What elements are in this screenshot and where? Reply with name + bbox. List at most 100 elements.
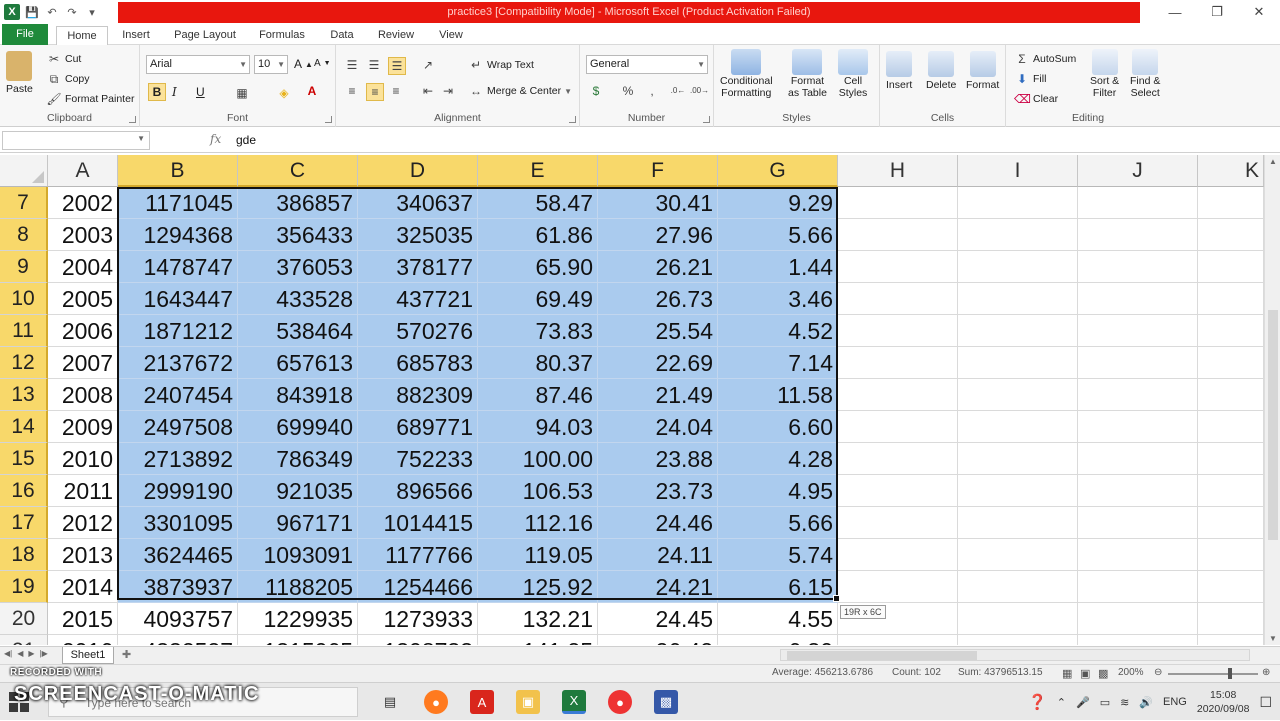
- normal-view-icon[interactable]: ▦: [1062, 667, 1072, 680]
- table-cell[interactable]: 786349: [238, 443, 358, 475]
- undo-icon[interactable]: ↶: [44, 4, 60, 20]
- grow-font-button[interactable]: A ▲: [294, 57, 313, 71]
- table-cell[interactable]: 26.42: [598, 635, 718, 645]
- table-cell[interactable]: 1478747: [118, 251, 238, 283]
- empty-cell[interactable]: [958, 283, 1078, 315]
- column-header-f[interactable]: F: [598, 155, 718, 187]
- empty-cell[interactable]: [958, 219, 1078, 251]
- font-name-select[interactable]: Arial ▼: [146, 55, 250, 74]
- find-select-button[interactable]: Find & Select: [1130, 49, 1160, 99]
- clear-button[interactable]: ⌫ Clear: [1014, 91, 1058, 107]
- table-cell[interactable]: 4.55: [718, 603, 838, 635]
- column-header-g[interactable]: G: [718, 155, 838, 187]
- table-cell[interactable]: 73.83: [478, 315, 598, 347]
- vertical-scrollbar[interactable]: ▲ ▼: [1264, 155, 1280, 645]
- table-cell[interactable]: 5.66: [718, 219, 838, 251]
- table-cell[interactable]: 7.14: [718, 347, 838, 379]
- table-cell[interactable]: 100.00: [478, 443, 598, 475]
- scroll-up-icon[interactable]: ▲: [1269, 157, 1277, 166]
- table-cell[interactable]: 2012: [48, 507, 118, 539]
- font-size-select[interactable]: 10 ▼: [254, 55, 288, 74]
- table-cell[interactable]: 685783: [358, 347, 478, 379]
- empty-cell[interactable]: [1078, 251, 1198, 283]
- redo-icon[interactable]: ↷: [64, 4, 80, 20]
- empty-cell[interactable]: [958, 507, 1078, 539]
- empty-cell[interactable]: [838, 379, 958, 411]
- wifi-icon[interactable]: ≋: [1120, 696, 1129, 709]
- empty-cell[interactable]: [1078, 379, 1198, 411]
- select-all-button[interactable]: [0, 155, 48, 187]
- table-cell[interactable]: 21.49: [598, 379, 718, 411]
- table-cell[interactable]: 3301095: [118, 507, 238, 539]
- table-cell[interactable]: 26.21: [598, 251, 718, 283]
- table-cell[interactable]: 1308733: [358, 635, 478, 645]
- table-cell[interactable]: 9.29: [718, 187, 838, 219]
- table-cell[interactable]: 356433: [238, 219, 358, 251]
- table-cell[interactable]: 882309: [358, 379, 478, 411]
- table-cell[interactable]: 657613: [238, 347, 358, 379]
- table-cell[interactable]: 24.45: [598, 603, 718, 635]
- table-cell[interactable]: 3.46: [718, 283, 838, 315]
- increase-decimal-button[interactable]: .0←: [670, 83, 686, 99]
- table-cell[interactable]: 3624465: [118, 539, 238, 571]
- row-header[interactable]: 7: [0, 187, 48, 219]
- record-icon[interactable]: ●: [608, 690, 632, 714]
- row-header[interactable]: 14: [0, 411, 48, 443]
- table-cell[interactable]: 106.53: [478, 475, 598, 507]
- table-cell[interactable]: 61.86: [478, 219, 598, 251]
- empty-cell[interactable]: [958, 411, 1078, 443]
- table-cell[interactable]: 570276: [358, 315, 478, 347]
- table-cell[interactable]: 2497508: [118, 411, 238, 443]
- empty-cell[interactable]: [1198, 539, 1264, 571]
- empty-cell[interactable]: [1078, 475, 1198, 507]
- empty-cell[interactable]: [1198, 443, 1264, 475]
- table-cell[interactable]: 896566: [358, 475, 478, 507]
- empty-cell[interactable]: [1198, 411, 1264, 443]
- empty-cell[interactable]: [1078, 539, 1198, 571]
- battery-icon[interactable]: ▭: [1100, 696, 1110, 709]
- table-cell[interactable]: 6.15: [718, 571, 838, 603]
- tab-view[interactable]: View: [430, 26, 472, 45]
- taskbar-search-box[interactable]: ⚲ Type here to search: [48, 687, 358, 717]
- table-cell[interactable]: 23.88: [598, 443, 718, 475]
- row-header[interactable]: 16: [0, 475, 48, 507]
- empty-cell[interactable]: [1198, 315, 1264, 347]
- empty-cell[interactable]: [838, 411, 958, 443]
- table-cell[interactable]: 69.49: [478, 283, 598, 315]
- qat-dropdown-icon[interactable]: ▾: [84, 4, 100, 20]
- table-cell[interactable]: 378177: [358, 251, 478, 283]
- cut-button[interactable]: ✂ Cut: [46, 51, 81, 67]
- empty-cell[interactable]: [958, 635, 1078, 645]
- table-cell[interactable]: 538464: [238, 315, 358, 347]
- row-header[interactable]: 8: [0, 219, 48, 251]
- increase-indent-button[interactable]: ⇥: [440, 83, 456, 99]
- empty-cell[interactable]: [958, 315, 1078, 347]
- empty-cell[interactable]: [838, 443, 958, 475]
- scroll-down-icon[interactable]: ▼: [1269, 634, 1277, 643]
- table-cell[interactable]: 2407454: [118, 379, 238, 411]
- table-cell[interactable]: 1188205: [238, 571, 358, 603]
- empty-cell[interactable]: [1198, 475, 1264, 507]
- table-cell[interactable]: 967171: [238, 507, 358, 539]
- notifications-icon[interactable]: ☐: [1259, 694, 1272, 711]
- last-sheet-icon[interactable]: |▶: [40, 649, 48, 658]
- table-cell[interactable]: 433528: [238, 283, 358, 315]
- table-cell[interactable]: 1871212: [118, 315, 238, 347]
- table-cell[interactable]: 437721: [358, 283, 478, 315]
- row-header[interactable]: 17: [0, 507, 48, 539]
- table-cell[interactable]: 2009: [48, 411, 118, 443]
- percent-style-button[interactable]: %: [620, 83, 636, 99]
- tab-file[interactable]: File: [2, 24, 48, 45]
- table-cell[interactable]: 22.69: [598, 347, 718, 379]
- row-header[interactable]: 20: [0, 603, 48, 635]
- align-bottom-button[interactable]: ☰: [388, 57, 406, 75]
- table-cell[interactable]: 386857: [238, 187, 358, 219]
- tab-insert[interactable]: Insert: [114, 26, 158, 45]
- file-explorer-icon[interactable]: ▣: [516, 690, 540, 714]
- row-header[interactable]: 15: [0, 443, 48, 475]
- table-cell[interactable]: 376053: [238, 251, 358, 283]
- table-cell[interactable]: 58.47: [478, 187, 598, 219]
- empty-cell[interactable]: [838, 571, 958, 603]
- empty-cell[interactable]: [1078, 635, 1198, 645]
- excel-taskbar-icon[interactable]: X: [562, 690, 586, 714]
